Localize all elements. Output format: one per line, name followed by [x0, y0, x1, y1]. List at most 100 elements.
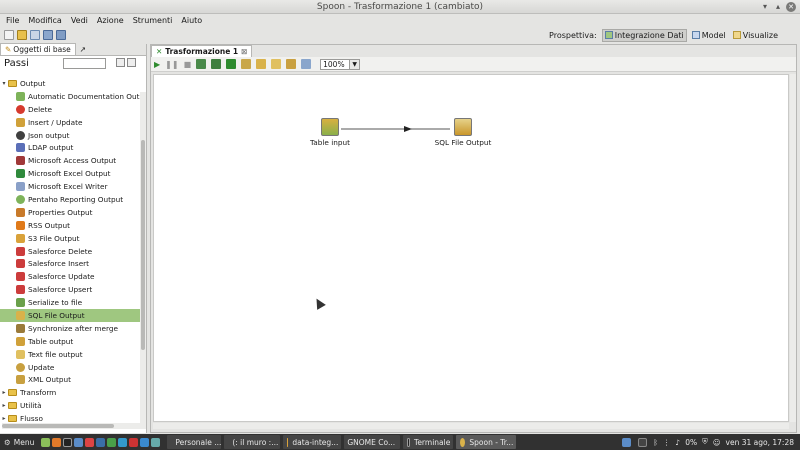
explore-db-icon[interactable]: [286, 59, 297, 69]
step-table-input[interactable]: Table input: [308, 118, 352, 147]
zoom-value[interactable]: 100%: [320, 58, 351, 70]
keyboard-icon[interactable]: [622, 437, 632, 447]
tree-item[interactable]: Salesforce Update: [0, 270, 140, 283]
collapsed-arrow-icon[interactable]: ▸: [0, 402, 8, 409]
display-icon[interactable]: [638, 437, 648, 447]
maximize-icon[interactable]: ▴: [773, 2, 783, 12]
tree-item[interactable]: Table output: [0, 335, 140, 348]
chromium-icon[interactable]: [118, 437, 128, 447]
canvas-vertical-scrollbar[interactable]: [790, 74, 796, 422]
skype-icon[interactable]: [140, 437, 150, 447]
tree-item[interactable]: Salesforce Delete: [0, 245, 140, 258]
menu-strumenti[interactable]: Strumenti: [133, 16, 173, 25]
writer-icon[interactable]: [96, 437, 106, 447]
tree-item[interactable]: Automatic Documentation Outp: [0, 90, 140, 103]
tree-item[interactable]: Update: [0, 361, 140, 374]
firefox-icon[interactable]: [52, 437, 62, 447]
task-spoon[interactable]: Spoon - Tr...: [456, 435, 517, 449]
stop-icon[interactable]: ■: [184, 60, 192, 69]
steps-vertical-scrollbar[interactable]: [140, 92, 146, 429]
bluetooth-icon[interactable]: ᛒ: [653, 438, 658, 447]
menu-file[interactable]: File: [6, 16, 19, 25]
tree-item[interactable]: Microsoft Excel Writer: [0, 180, 140, 193]
sql-icon[interactable]: [271, 59, 282, 69]
tree-folder-output[interactable]: ▾ Output: [0, 77, 140, 90]
canvas-horizontal-scrollbar[interactable]: [153, 423, 789, 429]
tree-item[interactable]: Insert / Update: [0, 116, 140, 129]
tab-oggetti-di-base[interactable]: ✎ Oggetti di base: [0, 43, 76, 55]
show-results-icon[interactable]: [301, 59, 312, 69]
verify-icon[interactable]: [241, 59, 252, 69]
tree-item[interactable]: Salesforce Upsert: [0, 283, 140, 296]
open-folder-icon[interactable]: [17, 30, 27, 40]
close-icon[interactable]: ✕: [786, 2, 796, 12]
terminal-icon[interactable]: [63, 437, 73, 447]
tree-item[interactable]: S3 File Output: [0, 232, 140, 245]
tree-folder-transform[interactable]: ▸ Transform: [0, 386, 140, 399]
tree-item[interactable]: Text file output: [0, 348, 140, 361]
perspective-integrazione-dati-button[interactable]: Integrazione Dati: [601, 28, 687, 42]
tree-item[interactable]: Delete: [0, 103, 140, 116]
save-icon[interactable]: [43, 30, 53, 40]
task-data-integ[interactable]: data-integ...: [283, 435, 342, 449]
tree-item[interactable]: Microsoft Excel Output: [0, 167, 140, 180]
preview-icon[interactable]: [196, 59, 207, 69]
tree-item[interactable]: Salesforce Insert: [0, 257, 140, 270]
network-icon[interactable]: ⋮: [663, 438, 671, 447]
menu-vedi[interactable]: Vedi: [71, 16, 88, 25]
collapse-all-icon[interactable]: [127, 58, 136, 67]
tree-item[interactable]: Serialize to file: [0, 296, 140, 309]
step-sql-file-output[interactable]: SQL File Output: [434, 118, 492, 147]
clock[interactable]: ven 31 ago, 17:28: [726, 438, 794, 447]
scrollbar-thumb[interactable]: [2, 424, 114, 428]
tab-trasformazione-1[interactable]: ✕ Trasformazione 1 ⊠: [151, 45, 253, 57]
collapsed-arrow-icon[interactable]: ▸: [0, 415, 8, 422]
menu-aiuto[interactable]: Aiuto: [181, 16, 202, 25]
pause-icon[interactable]: ❚❚: [165, 60, 178, 69]
expanded-arrow-icon[interactable]: ▾: [0, 80, 8, 87]
show-desktop-icon[interactable]: [41, 437, 51, 447]
opera-icon[interactable]: [129, 437, 139, 447]
tab-view[interactable]: ↗: [76, 43, 90, 55]
explore-repository-icon[interactable]: [30, 30, 40, 40]
perspective-visualize-button[interactable]: Visualize: [731, 30, 780, 41]
tree-folder-utilita[interactable]: ▸ Utilità: [0, 399, 140, 412]
pdf-icon[interactable]: [85, 437, 95, 447]
user-icon[interactable]: ☺: [713, 438, 721, 447]
minimize-icon[interactable]: ▾: [760, 2, 770, 12]
chevron-down-icon[interactable]: ▼: [350, 58, 361, 70]
run-icon[interactable]: ▶: [154, 60, 160, 69]
passi-search-input[interactable]: [63, 58, 106, 69]
volume-icon[interactable]: ♪: [675, 438, 680, 447]
files-icon[interactable]: [74, 437, 84, 447]
app-icon[interactable]: [151, 437, 161, 447]
perspective-model-button[interactable]: Model: [690, 30, 728, 41]
tab-close-icon[interactable]: ⊠: [241, 47, 247, 56]
expand-all-icon[interactable]: [116, 58, 125, 67]
scrollbar-thumb[interactable]: [141, 140, 145, 350]
tree-item[interactable]: XML Output: [0, 373, 140, 386]
tree-item[interactable]: LDAP output: [0, 141, 140, 154]
tree-item[interactable]: RSS Output: [0, 219, 140, 232]
task-personale[interactable]: Personale ...: [167, 435, 222, 449]
tree-item[interactable]: Json output: [0, 129, 140, 142]
tree-item[interactable]: Synchronize after merge: [0, 322, 140, 335]
save-as-icon[interactable]: [56, 30, 66, 40]
menu-modifica[interactable]: Modifica: [28, 16, 61, 25]
debug-icon[interactable]: [211, 59, 222, 69]
tree-item[interactable]: Properties Output: [0, 206, 140, 219]
steps-horizontal-scrollbar[interactable]: [2, 423, 140, 429]
calc-icon[interactable]: [107, 437, 117, 447]
task-terminale[interactable]: Terminale: [403, 435, 454, 449]
start-menu-button[interactable]: ⚙ Menu: [0, 438, 40, 447]
new-file-icon[interactable]: [4, 30, 14, 40]
zoom-select[interactable]: 100% ▼: [320, 58, 361, 70]
collapsed-arrow-icon[interactable]: ▸: [0, 389, 8, 396]
replay-icon[interactable]: [226, 59, 237, 69]
tree-item[interactable]: Microsoft Access Output: [0, 154, 140, 167]
tree-item-selected[interactable]: SQL File Output: [0, 309, 140, 322]
shield-icon[interactable]: ⛨: [702, 437, 708, 447]
impact-icon[interactable]: [256, 59, 267, 69]
task-gnome-co[interactable]: GNOME Co...: [344, 435, 401, 449]
menu-azione[interactable]: Azione: [97, 16, 124, 25]
